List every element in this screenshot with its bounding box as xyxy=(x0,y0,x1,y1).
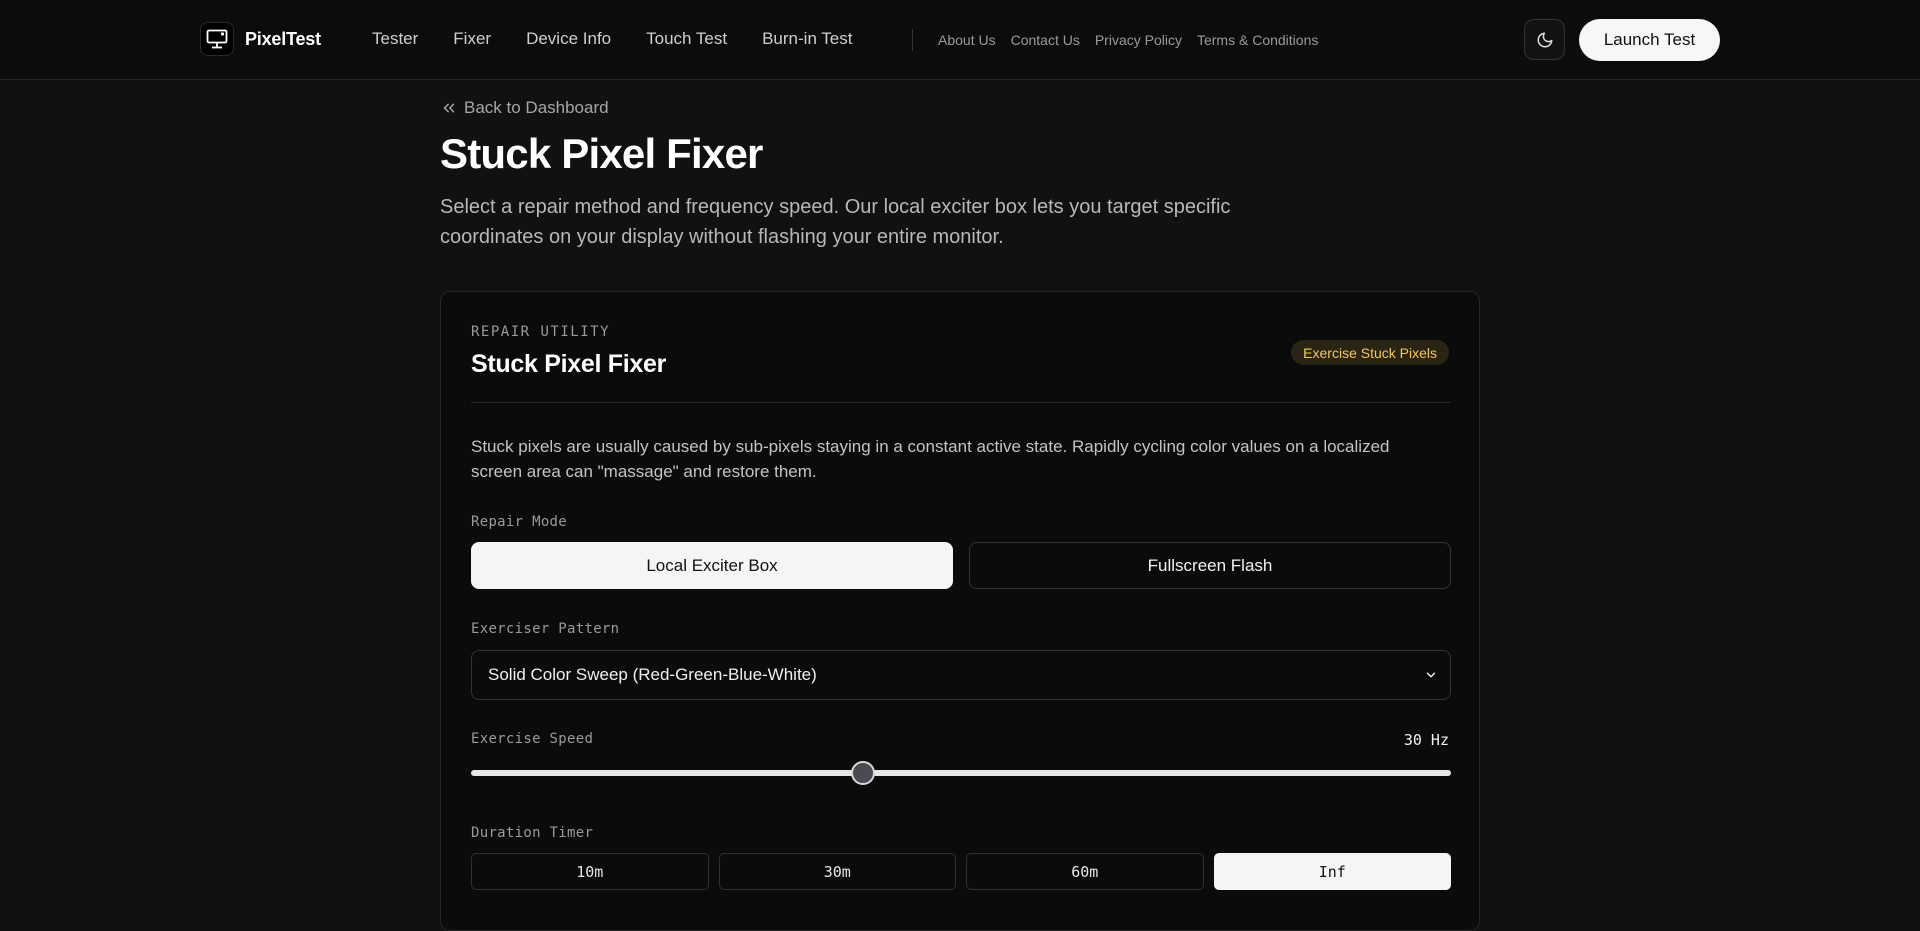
back-link-label: Back to Dashboard xyxy=(464,98,609,117)
selected-pattern: Solid Color Sweep (Red-Green-Blue-White) xyxy=(488,665,817,684)
brand-name[interactable]: PixelTest xyxy=(245,29,321,50)
theme-toggle-button[interactable] xyxy=(1524,19,1565,60)
secondary-nav: About Us Contact Us Privacy Policy Terms… xyxy=(938,32,1333,48)
nav-link-privacy-policy[interactable]: Privacy Policy xyxy=(1095,32,1182,48)
nav-link-fixer[interactable]: Fixer xyxy=(453,29,491,49)
nav-link-tester[interactable]: Tester xyxy=(372,29,418,49)
duration-timer-label: Duration Timer xyxy=(471,825,594,841)
repair-mode-label: Repair Mode xyxy=(471,514,568,530)
chevrons-left-icon xyxy=(443,103,455,113)
speed-slider-thumb[interactable] xyxy=(851,761,875,785)
mode-fullscreen-flash-button[interactable]: Fullscreen Flash xyxy=(969,542,1451,589)
speed-value: 30 Hz xyxy=(1403,731,1449,749)
duration-30m-button[interactable]: 30m xyxy=(718,853,956,890)
main-nav: Tester Fixer Device Info Touch Test Burn… xyxy=(372,29,888,49)
page-description: Select a repair method and frequency spe… xyxy=(440,196,1231,248)
nav-divider xyxy=(912,29,913,51)
card-description: Stuck pixels are usually caused by sub-p… xyxy=(471,437,1390,481)
card-divider xyxy=(471,402,1451,403)
nav-link-burn-in-test[interactable]: Burn-in Test xyxy=(762,29,852,49)
status-badge: Exercise Stuck Pixels xyxy=(1291,340,1449,365)
mode-local-exciter-box-button[interactable]: Local Exciter Box xyxy=(471,542,953,589)
nav-link-terms[interactable]: Terms & Conditions xyxy=(1197,32,1318,48)
exerciser-pattern-label: Exerciser Pattern xyxy=(471,621,620,637)
top-header: PixelTest Tester Fixer Device Info Touch… xyxy=(0,0,1920,80)
nav-link-device-info[interactable]: Device Info xyxy=(526,29,611,49)
chevron-down-icon xyxy=(1426,672,1436,678)
moon-icon xyxy=(1537,32,1552,47)
card-kicker: REPAIR UTILITY xyxy=(471,324,611,340)
nav-link-about-us[interactable]: About Us xyxy=(938,32,996,48)
back-to-dashboard-link[interactable]: Back to Dashboard xyxy=(440,98,609,118)
nav-link-contact-us[interactable]: Contact Us xyxy=(1011,32,1080,48)
speed-slider-track[interactable] xyxy=(471,770,1451,776)
duration-inf-button[interactable]: Inf xyxy=(1213,853,1451,890)
nav-link-touch-test[interactable]: Touch Test xyxy=(646,29,727,49)
exercise-speed-label: Exercise Speed xyxy=(471,731,594,747)
page-title: Stuck Pixel Fixer xyxy=(440,130,763,177)
duration-60m-button[interactable]: 60m xyxy=(966,853,1204,890)
card-title: Stuck Pixel Fixer xyxy=(471,350,666,378)
duration-10m-button[interactable]: 10m xyxy=(471,853,709,890)
exerciser-pattern-select[interactable]: Solid Color Sweep (Red-Green-Blue-White) xyxy=(471,650,1451,700)
duration-options: 10m 30m 60m Inf xyxy=(471,853,1451,890)
fixer-card: REPAIR UTILITY Stuck Pixel Fixer Exercis… xyxy=(440,291,1480,931)
launch-test-button[interactable]: Launch Test xyxy=(1579,19,1720,61)
monitor-logo-icon[interactable] xyxy=(200,22,234,56)
